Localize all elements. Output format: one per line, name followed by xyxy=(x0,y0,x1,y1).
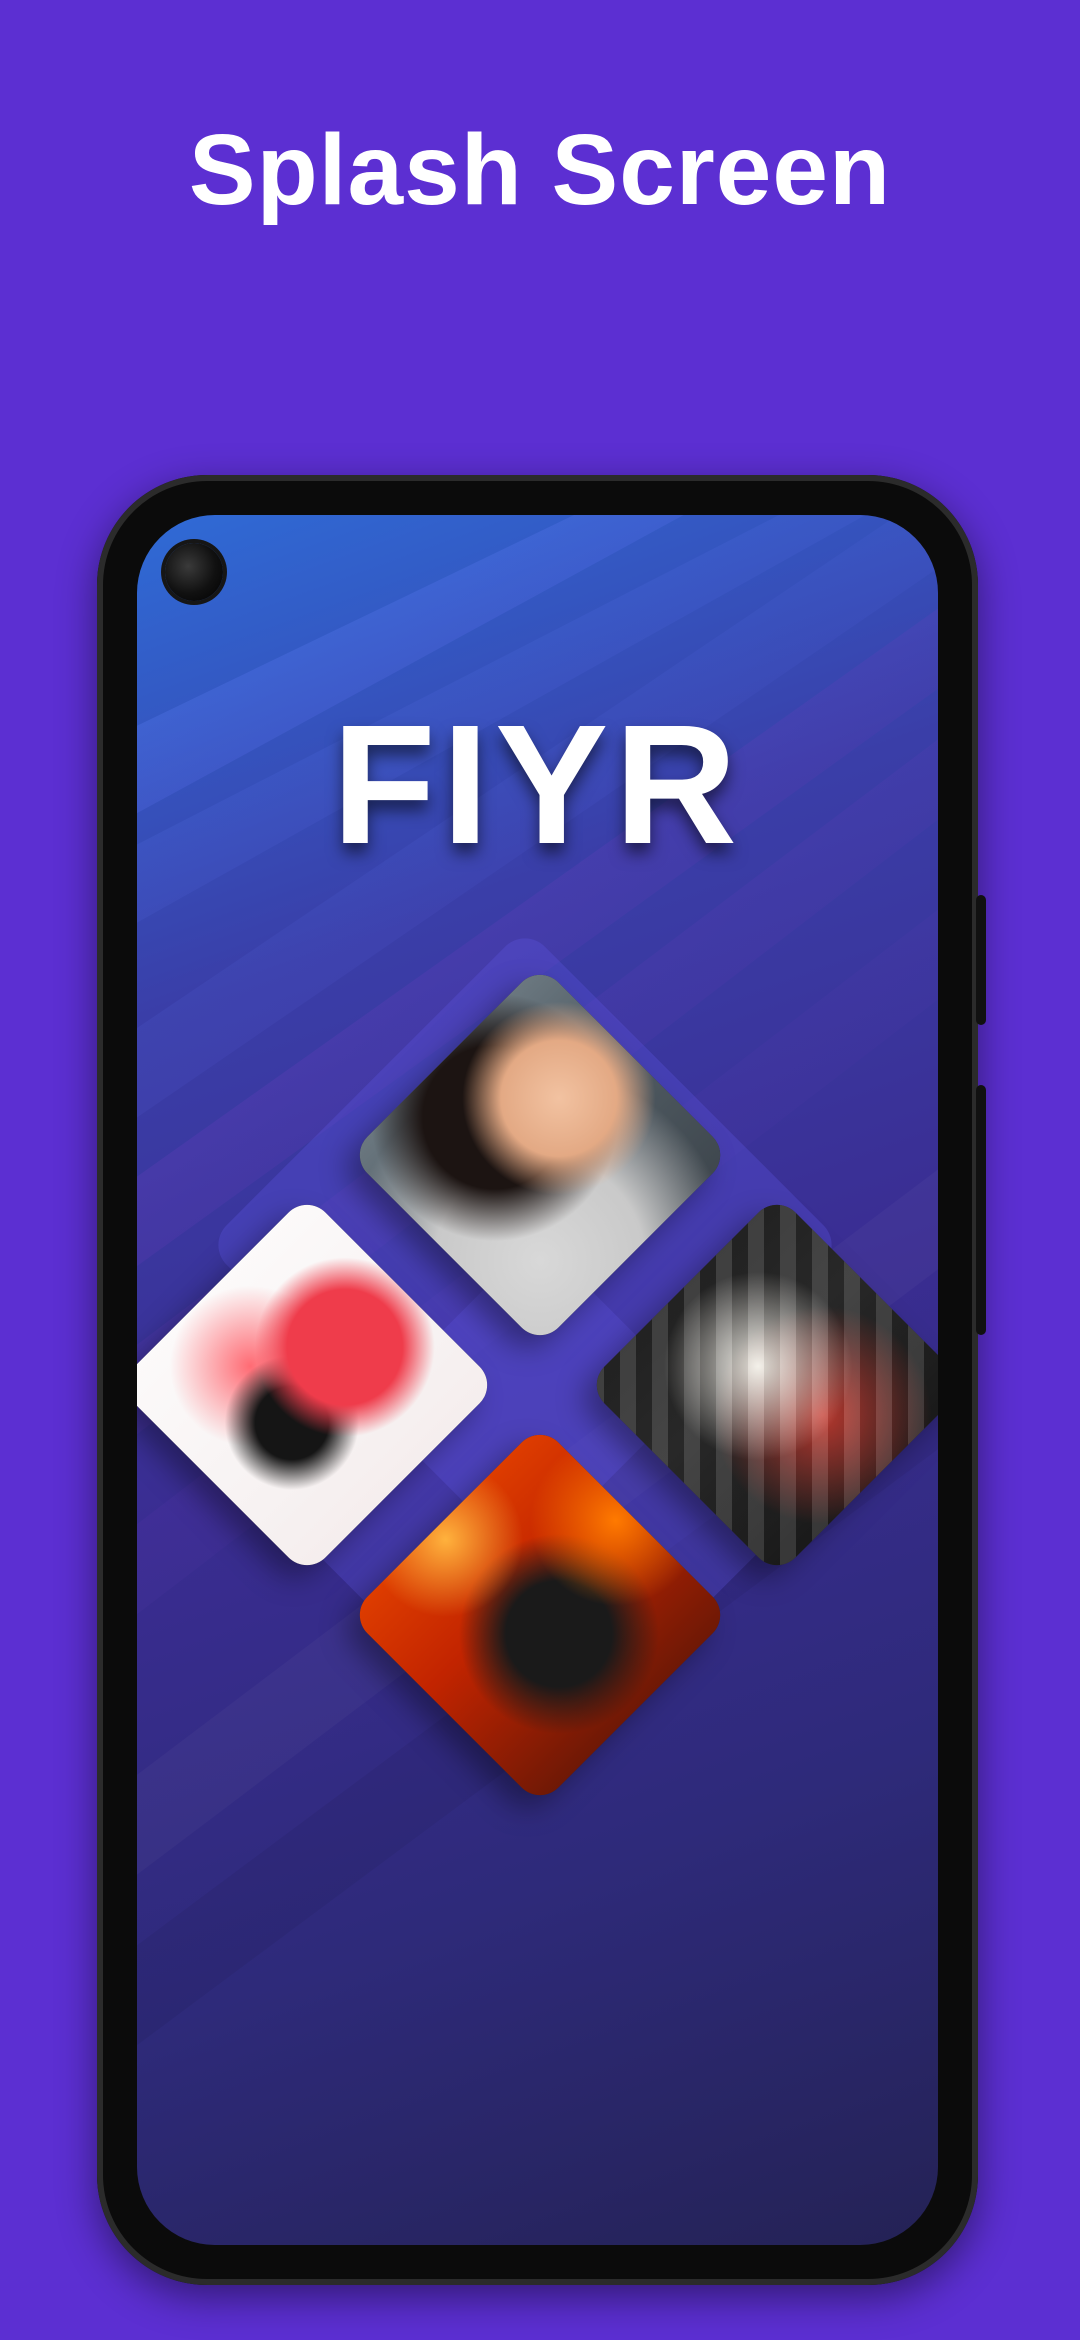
volume-button xyxy=(976,1085,986,1335)
phone-screen: FIYR xyxy=(137,515,938,2245)
power-button xyxy=(976,895,986,1025)
page-title: Splash Screen xyxy=(188,114,892,226)
image-collage xyxy=(137,515,938,2245)
phone-device: FIYR xyxy=(97,475,986,2285)
